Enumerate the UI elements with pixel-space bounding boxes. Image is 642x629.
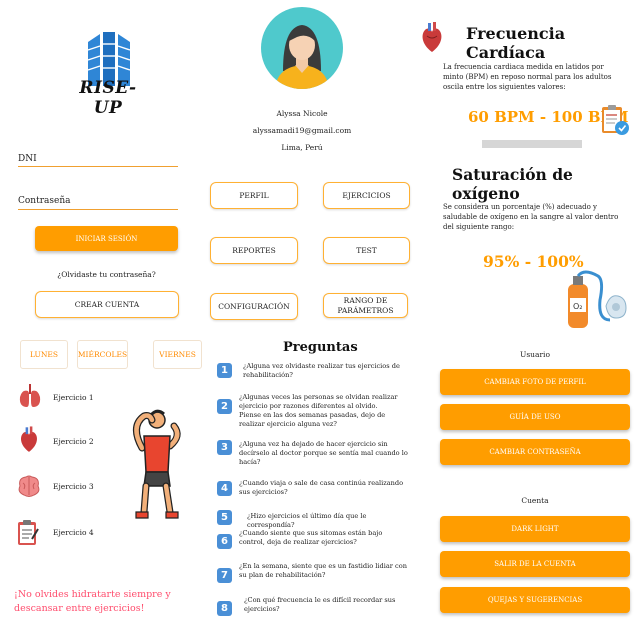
question-number-1: 1 bbox=[217, 363, 232, 378]
account-section-heading: Cuenta bbox=[521, 496, 549, 505]
exercise-item-1[interactable]: Ejercicio 1 bbox=[18, 383, 118, 411]
exercise-label: Ejercicio 2 bbox=[53, 437, 94, 446]
question-number-7: 7 bbox=[217, 568, 232, 583]
report-clipboard-icon bbox=[600, 104, 630, 136]
forgot-password-link[interactable]: ¿Olvidaste tu contraseña? bbox=[35, 270, 178, 279]
question-number-6: 6 bbox=[217, 534, 232, 549]
stretching-person-illustration bbox=[124, 406, 186, 520]
menu-configuracion-button[interactable]: CONFIGURACIÓN bbox=[210, 293, 298, 320]
user-section-heading: Usuario bbox=[520, 350, 550, 359]
user-guide-button[interactable]: GUÍA DE USO bbox=[440, 404, 630, 430]
menu-perfil-button[interactable]: PERFIL bbox=[210, 182, 298, 209]
question-text-8[interactable]: ¿Con qué frecuencia le es difícil record… bbox=[244, 596, 404, 614]
day-miercoles-button[interactable]: MIÉRCOLES bbox=[77, 340, 128, 369]
question-text-1[interactable]: ¿Alguna vez olvidaste realizar tus ejerc… bbox=[243, 362, 403, 380]
menu-test-button[interactable]: TEST bbox=[323, 237, 410, 264]
exercise-label: Ejercicio 1 bbox=[53, 393, 94, 402]
brain-icon bbox=[16, 474, 42, 502]
question-number-8: 8 bbox=[217, 601, 232, 616]
oxygen-range: 95% - 100% bbox=[483, 252, 584, 271]
change-photo-button[interactable]: CAMBIAR FOTO DE PERFIL bbox=[440, 369, 630, 395]
heart-rate-title: Frecuencia Cardíaca bbox=[466, 24, 566, 62]
question-number-5: 5 bbox=[217, 510, 232, 525]
oxygen-tank-icon: O₂ bbox=[564, 270, 630, 334]
exercise-label: Ejercicio 3 bbox=[53, 482, 94, 491]
avatar bbox=[261, 7, 343, 89]
password-field[interactable] bbox=[18, 209, 178, 210]
create-account-button[interactable]: CREAR CUENTA bbox=[35, 291, 179, 318]
question-text-2[interactable]: ¿Algunas veces las personas se olvidan r… bbox=[239, 393, 401, 429]
menu-ejercicios-button[interactable]: EJERCICIOS bbox=[323, 182, 410, 209]
hydration-reminder: ¡No olvides hidratarte siempre y descans… bbox=[14, 589, 171, 614]
heart-organ-icon bbox=[419, 22, 445, 54]
dni-label: DNI bbox=[18, 154, 37, 164]
exercise-item-4[interactable]: Ejercicio 4 bbox=[16, 519, 116, 549]
day-viernes-button[interactable]: VIERNES bbox=[153, 340, 202, 369]
dark-light-button[interactable]: DARK LIGHT bbox=[440, 516, 630, 542]
logout-button[interactable]: SALIR DE LA CUENTA bbox=[440, 551, 630, 577]
oxygen-title: Saturación de oxígeno bbox=[452, 165, 573, 203]
question-text-3[interactable]: ¿Alguna vez ha dejado de hacer ejercicio… bbox=[239, 440, 409, 467]
exercise-label: Ejercicio 4 bbox=[53, 528, 94, 537]
lungs-icon bbox=[18, 383, 42, 413]
question-text-4[interactable]: ¿Cuando viaja o sale de casa continúa re… bbox=[239, 479, 407, 497]
exercise-item-2[interactable]: Ejercicio 2 bbox=[18, 425, 118, 457]
password-label: Contraseña bbox=[18, 196, 71, 206]
menu-rango-parametros-button[interactable]: RANGO DE PARÁMETROS bbox=[323, 293, 408, 318]
menu-reportes-button[interactable]: REPORTES bbox=[210, 237, 298, 264]
logo-text: RISE-UP bbox=[79, 78, 137, 118]
question-number-3: 3 bbox=[217, 440, 232, 455]
complaints-suggestions-button[interactable]: QUEJAS Y SUGERENCIAS bbox=[440, 587, 630, 613]
dni-field[interactable] bbox=[18, 166, 178, 167]
question-text-5[interactable]: ¿Hizo ejercicios el último día que le co… bbox=[247, 512, 412, 530]
heart-icon bbox=[18, 425, 40, 459]
clipboard-icon bbox=[16, 519, 40, 551]
question-number-4: 4 bbox=[217, 481, 232, 496]
profile-name: Alyssa Nicole bbox=[276, 109, 328, 118]
change-password-button[interactable]: CAMBIAR CONTRASEÑA bbox=[440, 439, 630, 465]
question-number-2: 2 bbox=[217, 399, 232, 414]
profile-location: Lima, Perú bbox=[281, 143, 323, 152]
question-text-6[interactable]: ¿Cuando siente que sus sitomas están baj… bbox=[239, 529, 409, 547]
questions-title: Preguntas bbox=[283, 340, 358, 355]
profile-email: alyssamadi19@gmail.com bbox=[252, 126, 352, 135]
question-text-7[interactable]: ¿En la semana, siente que es un fastidio… bbox=[239, 562, 409, 580]
oxygen-description: Se considera un porcentaje (%) adecuado … bbox=[443, 203, 619, 232]
svg-text:O₂: O₂ bbox=[573, 302, 583, 311]
divider-bar bbox=[482, 140, 582, 148]
day-lunes-button[interactable]: LUNES bbox=[20, 340, 68, 369]
exercise-item-3[interactable]: Ejercicio 3 bbox=[16, 474, 116, 502]
heart-rate-description: La frecuencia cardiaca medida en latidos… bbox=[443, 63, 612, 92]
login-button[interactable]: INICIAR SESIÓN bbox=[35, 226, 178, 251]
